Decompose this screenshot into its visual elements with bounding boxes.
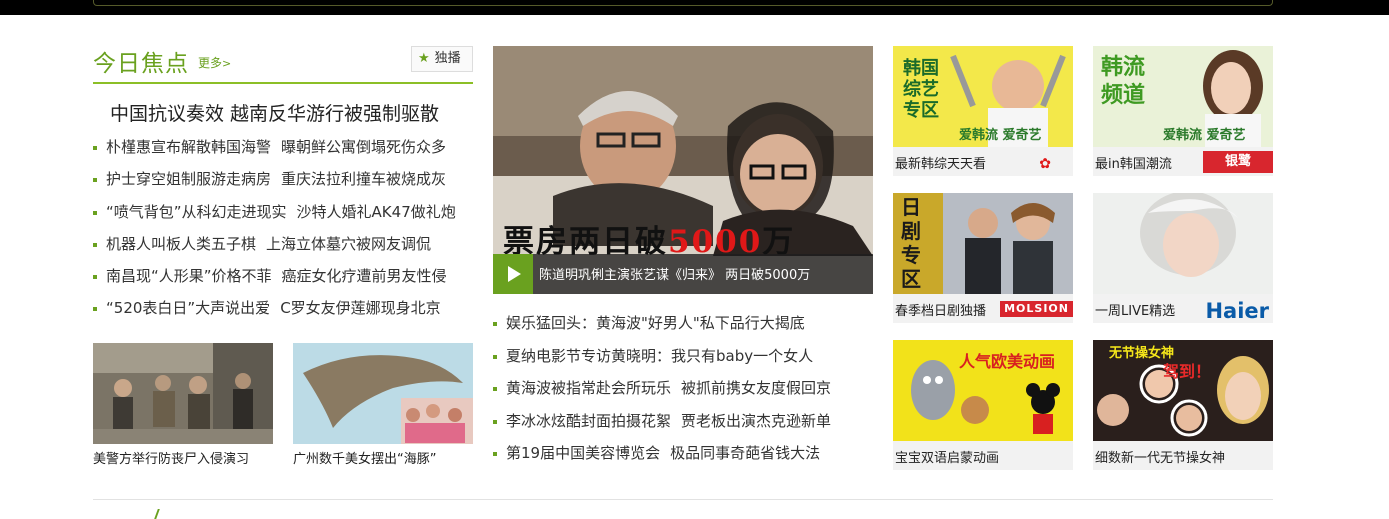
focus-header: 今日焦点 更多> ★ 独播 — [93, 44, 473, 84]
section-divider — [93, 499, 1273, 500]
chevron-right-icon: > — [222, 57, 232, 70]
list-item: 第19届中国美容博览会 极品同事奇葩省钱大法 — [493, 439, 831, 472]
news-link[interactable]: 沙特人婚礼AK47做礼炮 — [297, 203, 456, 221]
brand-logo: Haier — [1205, 299, 1269, 323]
news-link[interactable]: 上海立体墓穴被网友调侃 — [266, 235, 431, 253]
brand-logo-icon: ✿ — [1039, 156, 1051, 172]
top-navbar-frame — [93, 0, 1273, 6]
news-link[interactable]: 李冰冰炫酷封面拍摄花絮 — [506, 412, 671, 430]
card-image: 人气欧美动画 — [893, 340, 1073, 441]
more-link[interactable]: 更多> — [198, 54, 231, 71]
exclusive-label: 独播 — [434, 51, 461, 66]
news-link[interactable]: 极品同事奇葩省钱大法 — [670, 444, 820, 462]
news-link[interactable]: C罗女友伊莲娜现身北京 — [280, 299, 440, 317]
list-item: “520表白日”大声说出爱 C罗女友伊莲娜现身北京 — [93, 295, 456, 327]
news-link[interactable]: 朴槿惠宣布解散韩国海警 — [106, 138, 271, 156]
list-item: 朴槿惠宣布解散韩国海警 曝朝鲜公寓倒塌死伤众多 — [93, 134, 456, 166]
list-item: 夏纳电影节专访黄晓明：我只有baby一个女人 — [493, 342, 831, 375]
card-japanese-drama[interactable]: 日剧专区 春季档日剧独播 MOLSION — [893, 193, 1073, 323]
card-caption: 最新韩综天天看 — [895, 157, 987, 172]
news-link[interactable]: 南昌现“人形果”价格不菲 — [106, 267, 272, 285]
brand-logo: MOLSION — [1000, 301, 1073, 317]
focus-section: 今日焦点 更多> ★ 独播 中国抗议奏效 越南反华游行被强制驱散 朴槿惠宣布解散韩… — [93, 44, 473, 317]
news-link[interactable]: 癌症女化疗遭前男友性侵 — [282, 267, 447, 285]
card-cartoon[interactable]: 人气欧美动画 宝宝双语启蒙动画 — [893, 340, 1073, 470]
card-korean-variety[interactable]: 韩国综艺专区 爱韩流 爱奇艺 最新韩综天天看 ✿ — [893, 46, 1073, 176]
card-image-subtext: 爱韩流 爱奇艺 — [959, 128, 1042, 143]
more-label: 更多 — [198, 56, 223, 70]
thumb-zombie-drill[interactable]: 美警方举行防丧尸入侵演习 — [93, 343, 273, 467]
play-icon[interactable] — [493, 254, 533, 294]
list-item: 机器人叫板人类五子棋 上海立体墓穴被网友调侃 — [93, 231, 456, 263]
news-link[interactable]: 夏纳电影节专访黄晓明：我只有baby一个女人 — [506, 347, 813, 365]
card-image-text: 日剧专区 — [901, 195, 921, 291]
news-link[interactable]: 被抓前携女友度假回京 — [681, 379, 831, 397]
card-korean-wave[interactable]: 韩流频道 爱韩流 爱奇艺 最in韩国潮流 银鹭 — [1093, 46, 1273, 176]
top-navbar — [0, 0, 1389, 15]
news-link[interactable]: “520表白日”大声说出爱 — [106, 299, 270, 317]
card-image-text: 韩流频道 — [1101, 55, 1146, 108]
thumb-image — [293, 343, 473, 444]
feature-slide[interactable]: 票房两日破5000万 陈道明巩俐主演张艺谋《归来》 两日破5000万 — [493, 46, 873, 294]
card-caption: 宝宝双语启蒙动画 — [895, 451, 1000, 466]
list-item: 护士穿空姐制服游走病房 重庆法拉利撞车被烧成灰 — [93, 166, 456, 198]
exclusive-button[interactable]: ★ 独播 — [411, 46, 473, 72]
news-link[interactable]: 曝朝鲜公寓倒塌死伤众多 — [281, 138, 446, 156]
card-image: 无节操女神 驾到！ — [1093, 340, 1273, 441]
news-link[interactable]: 第19届中国美容博览会 — [506, 444, 660, 462]
news-link[interactable]: 机器人叫板人类五子棋 — [106, 235, 256, 253]
focus-title: 今日焦点 — [93, 51, 189, 77]
news-link[interactable]: 护士穿空姐制服游走病房 — [106, 170, 271, 188]
news-link[interactable]: “喷气背包”从科幻走进现实 — [106, 203, 287, 221]
card-caption: 细数新一代无节操女神 — [1095, 451, 1226, 466]
focus-headline[interactable]: 中国抗议奏效 越南反华游行被强制驱散 — [110, 99, 439, 126]
news-link[interactable]: 娱乐猛回头：黄海波"好男人"私下品行大揭底 — [506, 314, 805, 332]
list-item: 李冰冰炫酷封面拍摄花絮 贾老板出演杰克逊新单 — [493, 407, 831, 440]
card-image-text: 人气欧美动画 — [959, 352, 1056, 371]
next-section-mark — [154, 509, 160, 519]
star-icon: ★ — [418, 51, 430, 66]
card-image-subtext: 驾到！ — [1163, 362, 1212, 381]
card-goddess[interactable]: 无节操女神 驾到！ 细数新一代无节操女神 — [1093, 340, 1273, 470]
card-live[interactable]: 一周LIVE精选 Haier — [1093, 193, 1273, 323]
focus-news-list: 朴槿惠宣布解散韩国海警 曝朝鲜公寓倒塌死伤众多 护士穿空姐制服游走病房 重庆法拉利撞… — [93, 134, 456, 328]
card-caption: 春季档日剧独播 — [895, 304, 987, 319]
list-item: 南昌现“人形果”价格不菲 癌症女化疗遭前男友性侵 — [93, 263, 456, 295]
news-link[interactable]: 贾老板出演杰克逊新单 — [681, 412, 831, 430]
card-image: 韩流频道 爱韩流 爱奇艺 — [1093, 46, 1273, 147]
card-image: 韩国综艺专区 爱韩流 爱奇艺 — [893, 46, 1073, 147]
card-image — [1093, 193, 1273, 294]
thumb-caption: 美警方举行防丧尸入侵演习 — [93, 452, 250, 467]
brand-logo: 银鹭 — [1203, 151, 1273, 173]
list-item: 娱乐猛回头：黄海波"好男人"私下品行大揭底 — [493, 309, 831, 342]
thumb-image — [93, 343, 273, 444]
card-image-subtext: 爱韩流 爱奇艺 — [1163, 128, 1246, 143]
center-news-list: 娱乐猛回头：黄海波"好男人"私下品行大揭底 夏纳电影节专访黄晓明：我只有baby… — [493, 309, 831, 472]
card-caption: 一周LIVE精选 — [1095, 304, 1176, 319]
thumb-dolphin[interactable]: 广州数千美女摆出“海豚” — [293, 343, 473, 467]
list-item: 黄海波被指常赴会所玩乐 被抓前携女友度假回京 — [493, 374, 831, 407]
thumb-caption: 广州数千美女摆出“海豚” — [293, 452, 437, 467]
card-image-text: 韩国综艺专区 — [903, 58, 939, 121]
news-link[interactable]: 黄海波被指常赴会所玩乐 — [506, 379, 671, 397]
card-image: 日剧专区 — [893, 193, 1073, 294]
list-item: “喷气背包”从科幻走进现实 沙特人婚礼AK47做礼炮 — [93, 199, 456, 231]
news-link[interactable]: 重庆法拉利撞车被烧成灰 — [281, 170, 446, 188]
feature-caption[interactable]: 陈道明巩俐主演张艺谋《归来》 两日破5000万 — [539, 264, 810, 283]
card-caption: 最in韩国潮流 — [1095, 157, 1172, 172]
